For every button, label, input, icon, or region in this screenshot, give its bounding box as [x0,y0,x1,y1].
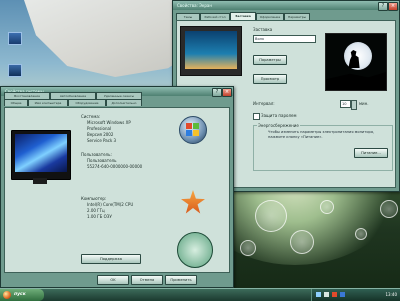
tab-appearance[interactable]: Оформление [256,13,284,20]
flag-yellow [193,130,199,136]
system-properties-window[interactable]: Свойства системы ? × Общие Имя компьютер… [0,86,234,288]
power-group-label: Энергосбережение [257,123,300,128]
power-text: Чтобы изменить параметры электропитания … [268,130,375,139]
tab-advanced[interactable]: Дополнительно [106,99,142,106]
tab-general[interactable]: Общие [4,99,28,106]
clock[interactable]: 13:40 [385,292,397,297]
tab-remote[interactable]: Удаленные сеансы [96,92,142,99]
start-button[interactable]: пуск [0,289,44,301]
oem-emblem [177,232,213,268]
power-button[interactable]: Питание... [354,148,388,158]
system-line: Professional [87,126,112,131]
screensaver-select[interactable]: Волк [253,35,316,43]
tab-desktop[interactable]: Рабочий стол [200,13,230,20]
flag-red [186,123,192,129]
tab-themes[interactable]: Темы [176,13,200,20]
support-info-button[interactable]: Поддержка [81,254,141,264]
tab-auto-updates[interactable]: Автообновление [50,92,96,99]
dandelion-seed [355,228,367,240]
flag-green [193,123,199,129]
interval-label: Интервал: [253,101,275,106]
dandelion-seed [240,240,256,256]
registered-line: 55274-640-0000000-00000 [87,164,143,169]
tab-hardware[interactable]: Оборудование [68,99,106,106]
tab-screensaver[interactable]: Заставка [230,12,256,20]
system-tray: 13:40 [311,289,400,301]
system-line: Microsoft Windows XP [87,120,131,125]
flag-blue [186,130,192,136]
interval-input[interactable]: 10 [340,100,351,108]
ok-button[interactable]: OK [97,275,129,285]
registered-label: Пользователь: [81,152,112,157]
computer-label: Компьютер: [81,196,107,201]
password-label: Защита паролем [261,113,297,118]
monitor-screen [15,134,67,172]
close-button[interactable]: × [388,2,398,11]
tab-settings[interactable]: Параметры [284,13,310,20]
dandelion-seed [320,200,334,214]
tab-strip: Общие Имя компьютера Оборудование Дополн… [4,92,230,106]
computer-line: 1.00 ГБ ОЗУ [87,214,112,219]
password-checkbox[interactable] [253,113,260,120]
registered-line: Пользователь [87,158,117,163]
tab-panel: Система: Microsoft Windows XP Profession… [4,107,230,273]
preview-monitor [180,26,242,76]
cancel-button[interactable]: Отмена [131,275,163,285]
start-label: пуск [14,292,26,297]
power-group: Энергосбережение Чтобы изменить параметр… [253,123,393,171]
network-icon[interactable] [316,292,321,297]
wolf-preview-image [325,33,387,91]
window-title: Свойства: Экран [177,3,212,8]
network-places-icon [8,64,22,77]
interval-unit: мин. [359,101,369,106]
volume-icon[interactable] [324,292,329,297]
system-label: Система: [81,114,101,119]
help-button[interactable]: ? [212,88,222,97]
dandelion-seed [380,200,398,218]
dandelion-seed [290,230,314,254]
apply-button[interactable]: Применить [165,275,197,285]
tab-system-restore[interactable]: Восстановление [4,92,50,99]
security-icon[interactable] [332,292,337,297]
starfish-image [181,190,205,214]
screensaver-preview-button[interactable]: Просмотр [253,74,287,84]
tab-computer-name[interactable]: Имя компьютера [28,99,68,106]
screensaver-label: Заставка [253,27,273,32]
dandelion-seed [255,200,287,232]
computer-icon [8,32,22,45]
system-line: Service Pack 3 [87,138,117,143]
tab-strip: Темы Рабочий стол Заставка Оформление Па… [176,12,396,20]
monitor-stand [33,178,47,184]
close-button[interactable]: × [222,88,232,97]
titlebar[interactable]: Свойства: Экран ? × [173,1,399,11]
taskbar: пуск 13:40 [0,288,400,301]
computer-line: 2.00 ГГц [87,208,105,213]
language-icon[interactable] [340,292,345,297]
system-line: Версия 2002 [87,132,114,137]
start-orb-icon [3,291,11,299]
interval-spinner[interactable] [351,100,357,110]
monitor-illustration [11,130,71,180]
screensaver-settings-button[interactable]: Параметры [253,55,287,65]
desktop-icon-computer[interactable] [6,32,24,46]
windows-logo [179,116,207,144]
desktop-icon-network[interactable] [6,64,24,78]
rock [326,72,386,90]
computer-line: Intel(R) Core(TM)2 CPU [87,202,134,207]
preview-screen [185,31,237,69]
help-button[interactable]: ? [378,2,388,11]
